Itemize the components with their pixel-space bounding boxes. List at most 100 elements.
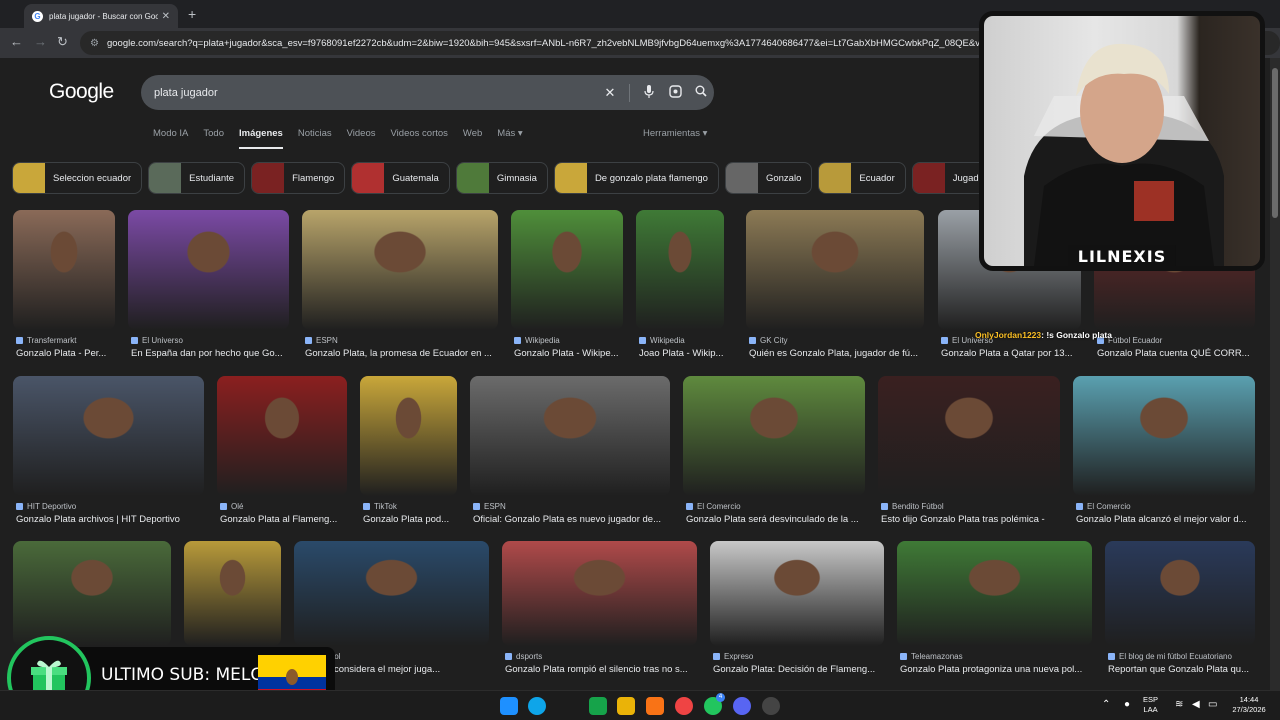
chip-seleccion-ecuador[interactable]: Seleccion ecuador	[12, 162, 143, 194]
brave-icon[interactable]	[646, 697, 664, 715]
tab-imagenes[interactable]: Imágenes	[239, 128, 283, 149]
image-result[interactable]: Wikipedia Gonzalo Plata - Wikipe...	[511, 210, 623, 362]
result-source[interactable]: El Universo	[131, 336, 292, 345]
clear-icon[interactable]: ✕	[597, 85, 623, 101]
battery-icon[interactable]: ▭	[1208, 699, 1217, 710]
tab-todo[interactable]: Todo	[203, 128, 224, 149]
image-result[interactable]: Expreso Gonzalo Plata: Decisión de Flamen…	[710, 541, 884, 678]
result-thumbnail[interactable]	[502, 541, 697, 646]
result-source[interactable]: Fútbol Ecuador	[1097, 336, 1258, 345]
search-icon[interactable]	[688, 85, 714, 100]
image-result[interactable]: HIT Deportivo Gonzalo Plata archivos | HI…	[13, 376, 204, 528]
site-info-icon[interactable]: ⚙	[90, 38, 99, 49]
discord-icon[interactable]	[733, 697, 751, 715]
result-caption[interactable]: Gonzalo Plata al Flameng...	[220, 514, 350, 525]
image-result[interactable]: ESPN Gonzalo Plata, la promesa de Ecuador…	[302, 210, 498, 362]
image-result[interactable]: Wikipedia Joao Plata - Wikip...	[636, 210, 724, 362]
result-source[interactable]: Wikipedia	[639, 336, 727, 345]
result-thumbnail[interactable]	[897, 541, 1092, 646]
xbox-icon[interactable]	[589, 697, 607, 715]
result-source[interactable]: ESPN	[473, 502, 673, 511]
result-source[interactable]: El Comercio	[686, 502, 868, 511]
result-caption[interactable]: Joao Plata - Wikip...	[639, 348, 727, 359]
tab-videos-cortos[interactable]: Videos cortos	[391, 128, 448, 149]
image-result[interactable]: Transfermarkt Gonzalo Plata - Per...	[13, 210, 115, 362]
result-caption[interactable]: Quién es Gonzalo Plata, jugador de fú...	[749, 348, 927, 359]
back-icon[interactable]: ←	[10, 34, 23, 49]
result-caption[interactable]: Gonzalo Plata alcanzó el mejor valor d..…	[1076, 514, 1258, 525]
result-thumbnail[interactable]	[470, 376, 670, 496]
result-source[interactable]: dsports	[505, 652, 700, 661]
image-result[interactable]: TikTok Gonzalo Plata pod...	[360, 376, 457, 528]
chip-guatemala[interactable]: Guatemala	[351, 162, 450, 194]
result-caption[interactable]: Gonzalo Plata pod...	[363, 514, 460, 525]
result-source[interactable]: TikTok	[363, 502, 460, 511]
start-icon[interactable]	[500, 697, 518, 715]
result-thumbnail[interactable]	[13, 210, 115, 330]
chrome-icon[interactable]	[675, 697, 693, 715]
lens-icon[interactable]	[662, 84, 688, 101]
result-thumbnail[interactable]	[636, 210, 724, 330]
result-thumbnail[interactable]	[683, 376, 865, 496]
close-tab-icon[interactable]: ✕	[162, 11, 170, 22]
image-result[interactable]: ESPN Oficial: Gonzalo Plata es nuevo juga…	[470, 376, 670, 528]
result-source[interactable]: Olé	[220, 502, 350, 511]
tray-chevron-icon[interactable]: ⌃	[1102, 699, 1110, 710]
tab-web[interactable]: Web	[463, 128, 482, 149]
microphone-icon[interactable]	[636, 84, 662, 101]
language-indicator[interactable]: ESP LAA	[1143, 695, 1158, 715]
file-explorer-icon[interactable]	[617, 697, 635, 715]
scrollbar[interactable]	[1270, 58, 1280, 698]
image-result[interactable]: GK City Quién es Gonzalo Plata, jugador d…	[746, 210, 924, 362]
result-caption[interactable]: Gonzalo Plata protagoniza una nueva pol.…	[900, 664, 1095, 675]
result-thumbnail[interactable]	[1105, 541, 1255, 646]
image-result[interactable]: Bendito Fútbol Esto dijo Gonzalo Plata tr…	[878, 376, 1060, 528]
result-thumbnail[interactable]	[217, 376, 347, 496]
browser-tab[interactable]: G plata jugador - Buscar con Google ✕	[24, 4, 178, 28]
image-result[interactable]: El Universo En España dan por hecho que G…	[128, 210, 289, 362]
app-icon[interactable]	[762, 697, 780, 715]
result-caption[interactable]: Gonzalo Plata archivos | HIT Deportivo	[16, 514, 207, 525]
google-logo[interactable]: Google	[49, 80, 114, 104]
result-thumbnail[interactable]	[294, 541, 489, 646]
new-tab-button[interactable]: +	[188, 6, 196, 22]
result-thumbnail[interactable]	[878, 376, 1060, 496]
result-thumbnail[interactable]	[360, 376, 457, 496]
result-caption[interactable]: Gonzalo Plata rompió el silencio tras no…	[505, 664, 700, 675]
image-result[interactable]: El blog de mi fútbol Ecuatoriano Reportan…	[1105, 541, 1255, 678]
search-box[interactable]: plata jugador ✕	[141, 75, 714, 110]
reload-icon[interactable]: ↻	[57, 34, 68, 50]
image-result[interactable]: Olé Gonzalo Plata al Flameng...	[217, 376, 347, 528]
tab-videos[interactable]: Videos	[347, 128, 376, 149]
result-source[interactable]: Wikipedia	[514, 336, 626, 345]
result-caption[interactable]: Gonzalo Plata a Qatar por 13...	[941, 348, 1084, 359]
microphone-tray-icon[interactable]: ●	[1124, 699, 1130, 710]
result-caption[interactable]: En España dan por hecho que Go...	[131, 348, 292, 359]
forward-icon[interactable]: →	[34, 34, 47, 49]
clock[interactable]: 14:44 27/3/2026	[1226, 695, 1272, 715]
result-thumbnail[interactable]	[128, 210, 289, 330]
wifi-icon[interactable]: ≋	[1175, 699, 1183, 710]
tab-noticias[interactable]: Noticias	[298, 128, 332, 149]
result-source[interactable]: HIT Deportivo	[16, 502, 207, 511]
result-thumbnail[interactable]	[184, 541, 281, 646]
tab-mas[interactable]: Más ▾	[497, 128, 522, 149]
result-caption[interactable]: Esto dijo Gonzalo Plata tras polémica -	[881, 514, 1063, 525]
result-thumbnail[interactable]	[511, 210, 623, 330]
result-caption[interactable]: Gonzalo Plata - Wikipe...	[514, 348, 626, 359]
result-thumbnail[interactable]	[302, 210, 498, 330]
result-source[interactable]: ESPN	[305, 336, 501, 345]
result-source[interactable]: Bendito Fútbol	[881, 502, 1063, 511]
result-source[interactable]: GK City	[749, 336, 927, 345]
result-source[interactable]: El Comercio	[1076, 502, 1258, 511]
result-thumbnail[interactable]	[710, 541, 884, 646]
edge-icon[interactable]	[528, 697, 546, 715]
search-input[interactable]: plata jugador	[154, 87, 597, 99]
result-thumbnail[interactable]	[13, 541, 171, 646]
image-result[interactable]: Teleamazonas Gonzalo Plata protagoniza un…	[897, 541, 1092, 678]
result-caption[interactable]: Gonzalo Plata cuenta QUÉ CORR...	[1097, 348, 1258, 359]
scrollbar-thumb[interactable]	[1272, 68, 1278, 218]
chip-ecuador[interactable]: Ecuador	[818, 162, 906, 194]
chip-flamengo[interactable]: Flamengo	[251, 162, 346, 194]
chip-gimnasia[interactable]: Gimnasia	[455, 162, 548, 194]
